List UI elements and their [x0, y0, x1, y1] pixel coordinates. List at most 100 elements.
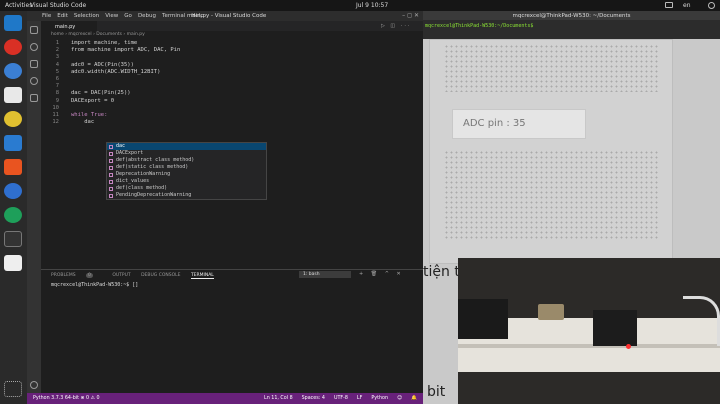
extensions-icon[interactable]	[30, 94, 38, 102]
code-line: 8 dac = DAC(Pin(25))	[55, 90, 131, 97]
panel-tabs: PROBLEMS 0 OUTPUT DEBUG CONSOLE TERMINAL	[51, 273, 223, 279]
clock[interactable]: Jul 9 10:57	[356, 2, 388, 9]
tray-icon[interactable]	[665, 2, 673, 8]
suggestion-item[interactable]: dac	[107, 143, 266, 150]
language-mode[interactable]: Python	[371, 396, 388, 401]
terminal-prompt[interactable]: mqcrexcel@ThinkPad-W530:~$ []	[51, 282, 138, 288]
suggestion-item[interactable]: PendingDeprecationWarning	[107, 192, 266, 199]
software-icon[interactable]	[4, 159, 22, 175]
tab-bar: main.py ▷ ◫ ···	[41, 21, 423, 31]
terminal-window[interactable]: mqcrexcel@ThinkPad-W530: ~/Documents mqc…	[423, 11, 720, 39]
tab-terminal[interactable]: TERMINAL	[190, 273, 214, 279]
code-line: 2 from machine import ADC, DAC, Pin	[55, 47, 181, 54]
activities-button[interactable]: Activities	[5, 2, 32, 9]
adc-label: ADC pin : 35	[452, 109, 586, 139]
tab-problems[interactable]: PROBLEMS 0	[51, 273, 102, 278]
tab-output[interactable]: OUTPUT	[112, 273, 130, 278]
dock	[0, 11, 27, 404]
window-title: main.py - Visual Studio Code	[187, 13, 267, 19]
python-interpreter[interactable]: Python 3.7.3 64-bit ⊗ 0 ⚠ 0	[33, 396, 100, 401]
code-line: 6	[55, 75, 59, 82]
code-line: 11 while True:	[52, 111, 108, 118]
menu-edit[interactable]: Edit	[57, 13, 68, 19]
line-ending[interactable]: LF	[357, 396, 362, 401]
menu-view[interactable]: View	[105, 13, 118, 19]
esp32-board	[458, 299, 508, 339]
terminal-icon[interactable]	[4, 231, 22, 247]
hardware-photo	[458, 258, 720, 404]
code-line: 12 dac	[52, 119, 95, 126]
video-overlay: ADC pin : 35 tiện t bit	[423, 39, 720, 404]
class-icon	[109, 173, 113, 177]
snippet-icon	[109, 166, 113, 170]
snippet-icon	[109, 187, 113, 191]
power-icon[interactable]	[708, 2, 715, 9]
code-line: 3	[55, 54, 59, 61]
menu-go[interactable]: Go	[124, 13, 132, 19]
panel-controls[interactable]: + 🗑 ^ ✕	[359, 271, 404, 277]
tab-debug-console[interactable]: DEBUG CONSOLE	[141, 273, 180, 278]
code-area[interactable]: 1 import machine, time 2 from machine impo…	[41, 40, 423, 126]
terminal-select[interactable]: 1: bash	[299, 271, 351, 278]
suggestion-item[interactable]: def(static class method)	[107, 164, 266, 171]
terminal-window-prompt: mqcrexcel@ThinkPad-W530:~/Documents$	[425, 23, 534, 29]
search-icon[interactable]	[30, 43, 38, 51]
files-icon[interactable]	[4, 87, 22, 103]
code-line: 7	[55, 83, 59, 90]
autocomplete-popup: dac DACExport def(abstract class method)…	[106, 142, 267, 200]
cursor-position[interactable]: Ln 11, Col 8	[264, 396, 293, 401]
show-apps-icon[interactable]	[4, 381, 22, 397]
suggestion-item[interactable]: DeprecationWarning	[107, 171, 266, 178]
code-line: 9 DACExport = 0	[55, 97, 115, 104]
menu-file[interactable]: File	[42, 13, 51, 19]
class-icon	[109, 194, 113, 198]
rhythmbox-icon[interactable]	[4, 111, 22, 127]
app-menu[interactable]: Visual Studio Code	[30, 2, 86, 9]
notifications-icon[interactable]: 🔔	[411, 396, 417, 401]
vscode-icon[interactable]	[4, 15, 22, 31]
language-indicator[interactable]: en	[683, 2, 691, 9]
vscode-window: File Edit Selection View Go Debug Terminal Help…	[27, 11, 423, 404]
suggestion-item[interactable]: DACExport	[107, 150, 266, 157]
status-right: Ln 11, Col 8 Spaces: 4 UTF-8 LF Python ☺ 🔔	[255, 396, 417, 401]
source-control-icon[interactable]	[30, 60, 38, 68]
menu-terminal[interactable]: Terminal	[162, 13, 185, 19]
chrome-icon[interactable]	[4, 39, 22, 55]
tab-main-py[interactable]: main.py	[41, 21, 97, 31]
status-bar: Python 3.7.3 64-bit ⊗ 0 ⚠ 0 Ln 11, Col 8…	[27, 393, 423, 404]
encoding[interactable]: UTF-8	[334, 396, 348, 401]
explorer-icon[interactable]	[30, 26, 38, 34]
menu-selection[interactable]: Selection	[74, 13, 99, 19]
potentiometer	[538, 304, 564, 320]
breadboard-rail	[458, 344, 720, 348]
code-line: 1 import machine, time	[55, 40, 138, 46]
text-editor-icon[interactable]	[4, 255, 22, 271]
indentation[interactable]: Spaces: 4	[302, 396, 325, 401]
breadcrumb[interactable]: home › mqcrexcel › Documents › main.py	[51, 32, 145, 37]
writer-icon[interactable]	[4, 135, 22, 151]
suggestion-item[interactable]: def(class method)	[107, 185, 266, 192]
variable-icon	[109, 152, 113, 156]
breadboard-bottom	[444, 150, 658, 240]
video-text: tiện t	[423, 264, 460, 280]
problems-count-badge: 0	[86, 273, 93, 278]
help-icon[interactable]	[4, 183, 22, 199]
esp32-board-2	[593, 310, 637, 346]
thunderbird-icon[interactable]	[4, 63, 22, 79]
led-light	[626, 344, 631, 349]
usb-cable	[683, 296, 720, 346]
debug-icon[interactable]	[30, 77, 38, 85]
snippet-icon	[109, 159, 113, 163]
editor[interactable]: main.py ▷ ◫ ··· home › mqcrexcel › Docum…	[41, 21, 423, 269]
settings-gear-icon[interactable]	[30, 381, 38, 389]
menu-debug[interactable]: Debug	[138, 13, 156, 19]
suggestion-item[interactable]: dict_values	[107, 178, 266, 185]
bottom-panel: PROBLEMS 0 OUTPUT DEBUG CONSOLE TERMINAL…	[41, 269, 423, 392]
breadboard-top	[444, 44, 658, 92]
top-bar: Activities Visual Studio Code Jul 9 10:5…	[0, 0, 720, 11]
arduino-icon[interactable]	[4, 207, 22, 223]
editor-actions[interactable]: ▷ ◫ ···	[381, 23, 412, 29]
feedback-icon[interactable]: ☺	[397, 396, 402, 401]
suggestion-item[interactable]: def(abstract class method)	[107, 157, 266, 164]
window-controls[interactable]: – ◻ ✕	[402, 12, 419, 19]
